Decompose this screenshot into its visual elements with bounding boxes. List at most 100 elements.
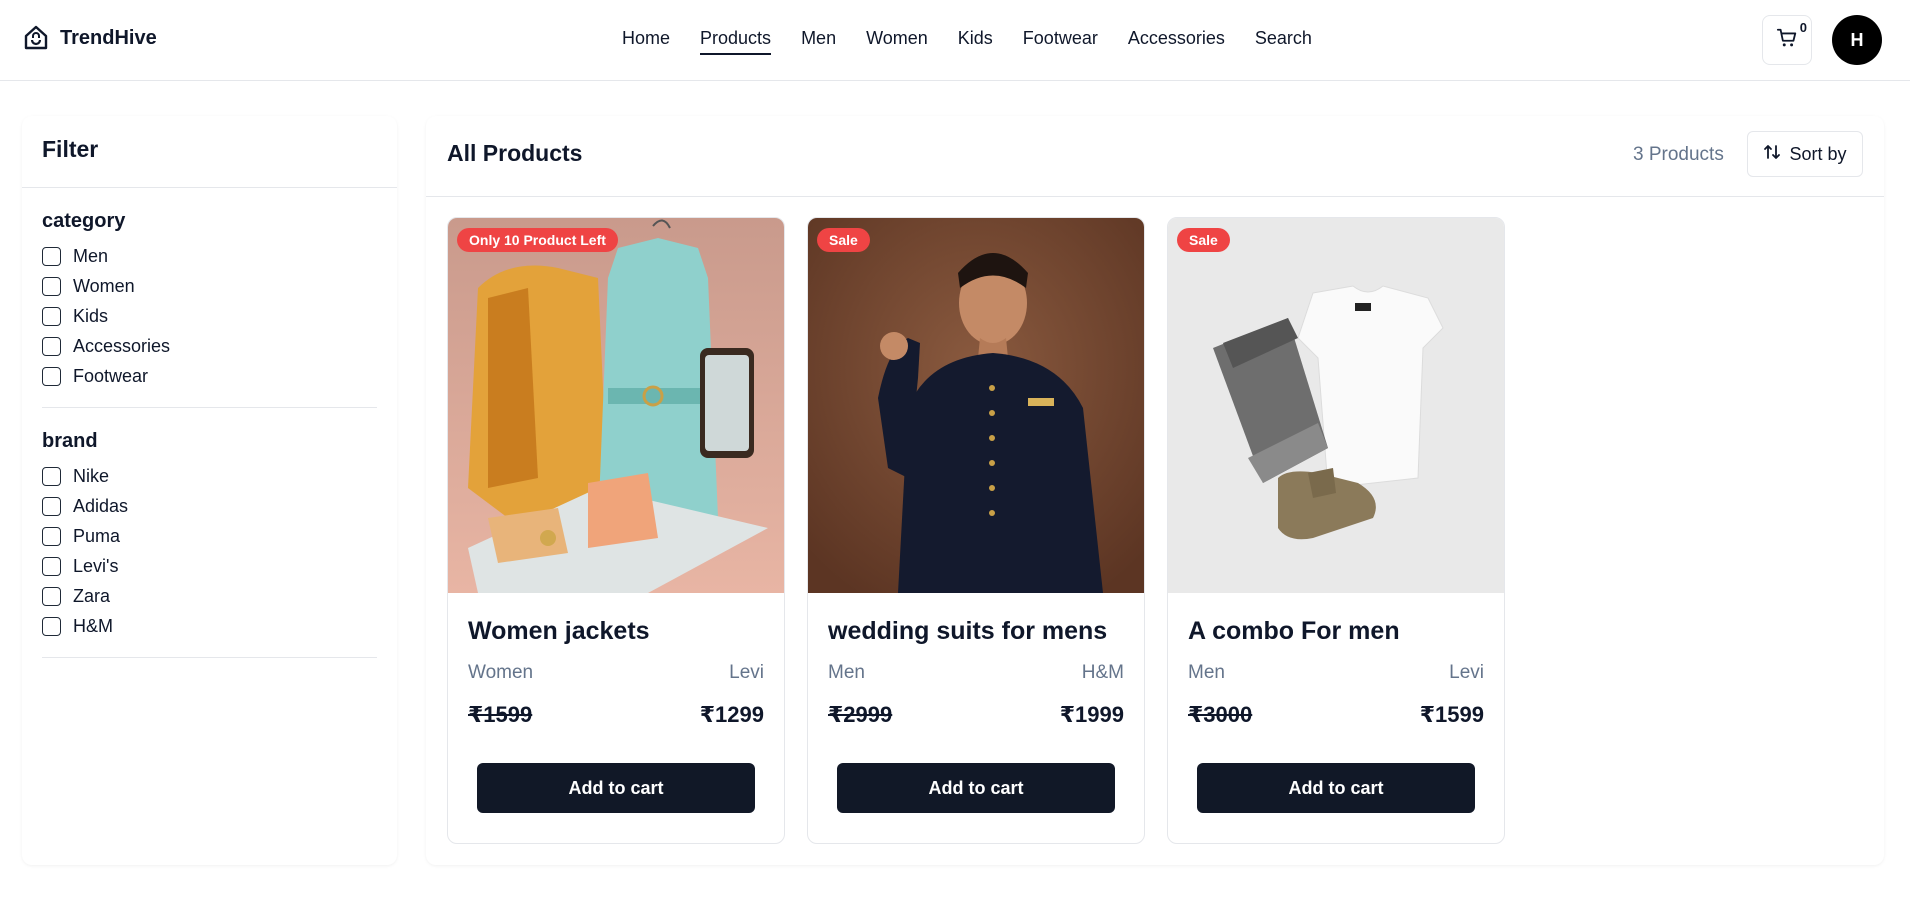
option-label: Accessories	[73, 335, 171, 356]
brand-filter-title: brand	[42, 430, 98, 452]
product-info: A combo For men Men Levi ₹3000 ₹1599	[1168, 593, 1504, 728]
product-grid: Only 10 Product Left Women jackets Women…	[447, 217, 1505, 844]
nav-search[interactable]: Search	[1255, 28, 1312, 55]
product-info: wedding suits for mens Men H&M ₹2999 ₹19…	[808, 593, 1144, 728]
sale-badge: Sale	[817, 228, 870, 252]
brand-filter: brand Nike Adidas Puma Levi's Zara H&M	[42, 408, 377, 658]
filter-option-nike[interactable]: Nike	[42, 461, 377, 491]
add-to-cart-button[interactable]: Add to cart	[837, 763, 1115, 813]
sale-price: ₹1599	[1419, 702, 1484, 727]
nav-kids[interactable]: Kids	[958, 28, 993, 55]
checkbox[interactable]	[42, 586, 61, 606]
product-meta: Women Levi	[468, 662, 764, 684]
product-category: Women	[468, 662, 534, 683]
nav-footwear[interactable]: Footwear	[1023, 28, 1098, 55]
avatar[interactable]: H	[1832, 15, 1882, 65]
original-price: ₹1599	[468, 702, 533, 727]
option-label: Kids	[73, 305, 109, 326]
filter-option-accessories[interactable]: Accessories	[42, 331, 377, 361]
filter-option-women[interactable]: Women	[42, 271, 377, 301]
add-to-cart-button[interactable]: Add to cart	[477, 763, 755, 813]
checkbox[interactable]	[42, 366, 61, 386]
option-label: Men	[73, 245, 109, 266]
product-meta: Men H&M	[828, 662, 1124, 684]
option-label: Nike	[73, 465, 110, 486]
sort-button[interactable]: Sort by	[1747, 131, 1863, 177]
product-card[interactable]: Sale wedding suits for mens Men H&M ₹299…	[807, 217, 1145, 844]
nav-products[interactable]: Products	[700, 28, 772, 55]
category-filter: category Men Women Kids Accessories Foot…	[42, 188, 377, 408]
filter-sidebar: Filter category Men Women Kids Accessori…	[22, 116, 397, 865]
product-image-wedding-suit[interactable]: Sale	[808, 218, 1144, 593]
nav-women[interactable]: Women	[866, 28, 928, 55]
brand-name: TrendHive	[60, 26, 157, 49]
filter-title: Filter	[22, 116, 397, 188]
page-title: All Products	[447, 140, 583, 166]
product-count: 3 Products	[1633, 144, 1724, 165]
original-price: ₹2999	[828, 702, 893, 727]
cart-count-badge: 0	[1799, 20, 1807, 35]
nav-home[interactable]: Home	[622, 28, 670, 55]
filter-option-adidas[interactable]: Adidas	[42, 491, 377, 521]
product-title[interactable]: wedding suits for mens	[828, 617, 1124, 646]
option-label: Levi's	[73, 555, 119, 576]
product-brand: Levi	[729, 662, 764, 683]
store-logo-icon	[22, 24, 50, 52]
product-meta: Men Levi	[1188, 662, 1484, 684]
product-info: Women jackets Women Levi ₹1599 ₹1299	[448, 593, 784, 728]
product-image-combo[interactable]: Sale	[1168, 218, 1504, 593]
stock-badge: Only 10 Product Left	[457, 228, 618, 252]
checkbox[interactable]	[42, 276, 61, 296]
product-category: Men	[1188, 662, 1225, 683]
original-price: ₹3000	[1188, 702, 1253, 727]
filter-option-puma[interactable]: Puma	[42, 521, 377, 551]
sale-price: ₹1299	[699, 702, 764, 727]
sale-price: ₹1999	[1059, 702, 1124, 727]
product-category: Men	[828, 662, 865, 683]
product-image-jackets[interactable]: Only 10 Product Left	[448, 218, 784, 593]
filter-option-zara[interactable]: Zara	[42, 581, 377, 611]
category-filter-title: category	[42, 210, 126, 232]
checkbox[interactable]	[42, 496, 61, 516]
product-listing: All Products 3 Products Sort by Only 10 …	[426, 116, 1884, 865]
filter-option-men[interactable]: Men	[42, 241, 377, 271]
filter-option-kids[interactable]: Kids	[42, 301, 377, 331]
main-nav: Home Products Men Women Kids Footwear Ac…	[622, 28, 1312, 55]
product-brand: Levi	[1449, 662, 1484, 683]
filter-option-hm[interactable]: H&M	[42, 611, 377, 641]
checkbox[interactable]	[42, 466, 61, 486]
checkbox[interactable]	[42, 336, 61, 356]
sort-icon	[1763, 143, 1781, 166]
option-label: Zara	[73, 585, 111, 606]
product-brand: H&M	[1081, 662, 1124, 683]
filter-option-levis[interactable]: Levi's	[42, 551, 377, 581]
product-title[interactable]: Women jackets	[468, 617, 764, 646]
add-to-cart-button[interactable]: Add to cart	[1197, 763, 1475, 813]
nav-men[interactable]: Men	[801, 28, 836, 55]
option-label: Adidas	[73, 495, 129, 516]
sale-badge: Sale	[1177, 228, 1230, 252]
price-row: ₹3000 ₹1599	[1188, 702, 1484, 728]
price-row: ₹1599 ₹1299	[468, 702, 764, 728]
checkbox[interactable]	[42, 306, 61, 326]
option-label: Puma	[73, 525, 121, 546]
option-label: H&M	[73, 615, 113, 636]
filter-option-footwear[interactable]: Footwear	[42, 361, 377, 391]
option-label: Women	[73, 275, 135, 296]
option-label: Footwear	[73, 365, 149, 386]
checkbox[interactable]	[42, 556, 61, 576]
checkbox[interactable]	[42, 616, 61, 636]
checkbox[interactable]	[42, 246, 61, 266]
checkbox[interactable]	[42, 526, 61, 546]
price-row: ₹2999 ₹1999	[828, 702, 1124, 728]
product-card[interactable]: Sale A combo For men Men Levi ₹3000 ₹159…	[1167, 217, 1505, 844]
product-card[interactable]: Only 10 Product Left Women jackets Women…	[447, 217, 785, 844]
product-title[interactable]: A combo For men	[1188, 617, 1484, 646]
nav-accessories[interactable]: Accessories	[1128, 28, 1225, 55]
cart-button[interactable]: 0	[1762, 15, 1812, 65]
cart-icon	[1776, 27, 1798, 54]
top-header: TrendHive Home Products Men Women Kids F…	[0, 0, 1910, 81]
brand[interactable]: TrendHive	[22, 24, 157, 52]
listing-header: All Products 3 Products Sort by	[426, 116, 1884, 197]
sort-label: Sort by	[1789, 143, 1847, 164]
